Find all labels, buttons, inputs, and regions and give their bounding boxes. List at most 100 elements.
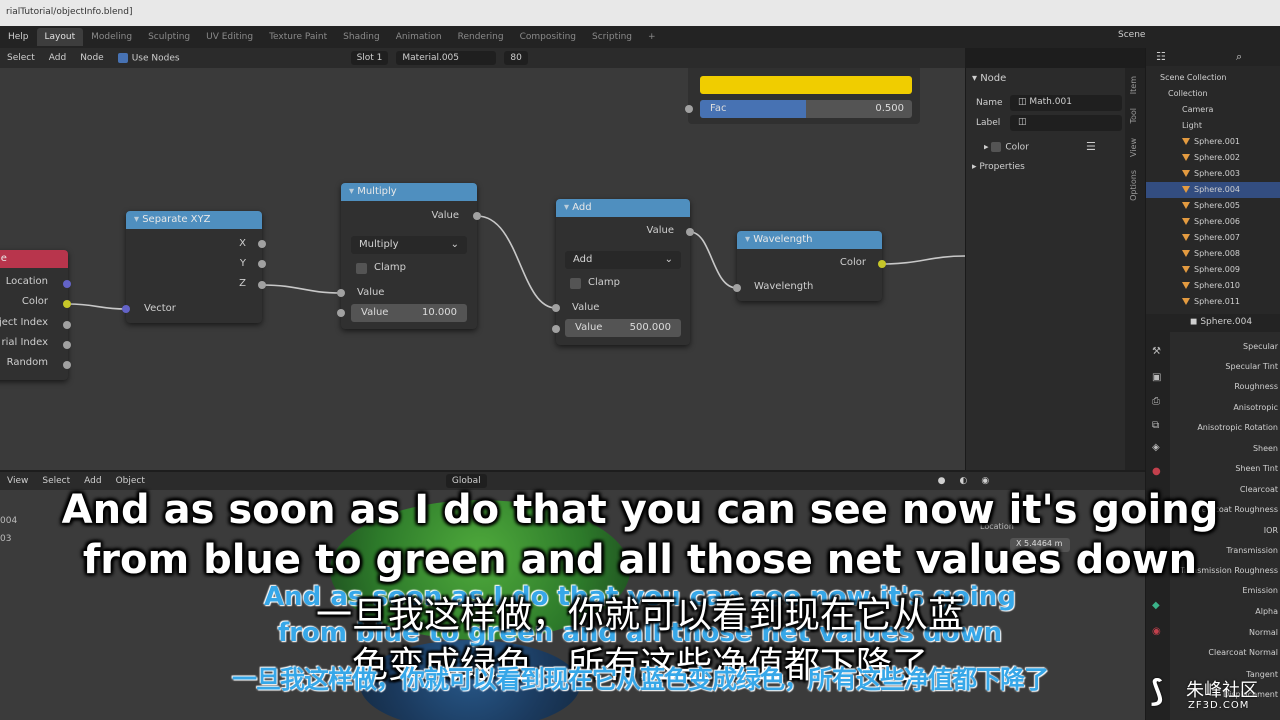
node-name-input[interactable]: ◫ Math.001 bbox=[1010, 95, 1122, 111]
outliner-row-sphere-001[interactable]: Sphere.001 bbox=[1146, 134, 1280, 150]
socket-multiply-out[interactable] bbox=[473, 212, 481, 220]
socket-color[interactable] bbox=[63, 300, 71, 308]
outliner-row-sphere-011[interactable]: Sphere.011 bbox=[1146, 294, 1280, 310]
outliner-row-sphere-002[interactable]: Sphere.002 bbox=[1146, 150, 1280, 166]
socket-add-in2[interactable] bbox=[552, 325, 560, 333]
outliner-row-sphere-006[interactable]: Sphere.006 bbox=[1146, 214, 1280, 230]
world-icon[interactable]: ● bbox=[1152, 466, 1161, 477]
shading-material-icon[interactable]: ◐ bbox=[952, 476, 974, 486]
node-multiply[interactable]: ▾ Multiply Value Multiply ⌄ Clamp Value V… bbox=[337, 183, 481, 329]
outliner-row-sphere-009[interactable]: Sphere.009 bbox=[1146, 262, 1280, 278]
add-title-text: Add bbox=[572, 202, 592, 213]
multiply-clamp-checkbox[interactable] bbox=[356, 263, 367, 274]
node-mix-color[interactable]: Fac 0.500 bbox=[685, 68, 920, 124]
sidebar-tab-view[interactable]: View bbox=[1129, 138, 1138, 157]
tab-rendering[interactable]: Rendering bbox=[450, 28, 512, 46]
socket-multiply-in2[interactable] bbox=[337, 309, 345, 317]
tab-modeling[interactable]: Modeling bbox=[83, 28, 140, 46]
use-nodes-toggle[interactable]: Use Nodes bbox=[111, 52, 187, 64]
view-layer-icon[interactable]: ⧉ bbox=[1152, 420, 1159, 431]
sidebar-section-node[interactable]: ▾ Node bbox=[972, 73, 1006, 84]
outliner-row-sphere-004[interactable]: Sphere.004 bbox=[1146, 182, 1280, 198]
outliner-row-sphere-003[interactable]: Sphere.003 bbox=[1146, 166, 1280, 182]
slot-dropdown[interactable]: Slot 1 bbox=[350, 51, 389, 65]
socket-x[interactable] bbox=[258, 240, 266, 248]
sidebar-properties-panel[interactable]: ▸ Properties bbox=[972, 162, 1025, 172]
menu-viewport-select[interactable]: Select bbox=[35, 476, 77, 486]
tab-scripting[interactable]: Scripting bbox=[584, 28, 640, 46]
add-operation-dropdown[interactable]: Add ⌄ bbox=[565, 251, 681, 269]
menu-select[interactable]: Select bbox=[0, 53, 42, 63]
tab-add-workspace[interactable]: + bbox=[640, 28, 664, 46]
socket-add-out[interactable] bbox=[686, 228, 694, 236]
outliner-row-sphere-010[interactable]: Sphere.010 bbox=[1146, 278, 1280, 294]
outliner-panel: ☷ ⌕ Scene Collection Collection Camera L… bbox=[1145, 48, 1280, 314]
add-clamp-checkbox[interactable] bbox=[570, 278, 581, 289]
node-label-input[interactable]: ◫ bbox=[1010, 115, 1122, 131]
tab-texture-paint[interactable]: Texture Paint bbox=[261, 28, 335, 46]
tab-sculpting[interactable]: Sculpting bbox=[140, 28, 198, 46]
list-icon[interactable]: ☰ bbox=[1086, 140, 1096, 153]
output-icon[interactable]: ⎙ bbox=[1152, 396, 1160, 407]
socket-random[interactable] bbox=[63, 361, 71, 369]
search-icon[interactable]: ⌕ bbox=[1236, 50, 1242, 64]
socket-y[interactable] bbox=[258, 260, 266, 268]
outliner-row-camera[interactable]: Camera bbox=[1146, 102, 1280, 118]
socket-z[interactable] bbox=[258, 281, 266, 289]
multiply-operation-dropdown[interactable]: Multiply ⌄ bbox=[351, 236, 467, 254]
socket-location[interactable] bbox=[63, 280, 71, 288]
sidebar-color-panel[interactable]: ▸ Color bbox=[984, 142, 1029, 153]
transform-orientation-dropdown[interactable]: Global bbox=[445, 474, 487, 488]
node-editor-canvas[interactable]: le Location Color ject Index rial Index … bbox=[0, 68, 965, 470]
color-swatch-yellow[interactable] bbox=[700, 76, 912, 94]
tab-layout[interactable]: Layout bbox=[36, 28, 84, 46]
material-field[interactable]: Material.005 bbox=[396, 51, 497, 65]
tool-icon[interactable]: ⚒ bbox=[1152, 346, 1161, 357]
socket-fac[interactable] bbox=[685, 105, 693, 113]
scene-selector[interactable]: Scene bbox=[1118, 30, 1145, 40]
node-wavelength[interactable]: ▾ Wavelength Color Wavelength bbox=[733, 231, 886, 301]
sidebar-tab-item[interactable]: Item bbox=[1129, 76, 1138, 94]
menu-viewport-add[interactable]: Add bbox=[77, 476, 108, 486]
tab-animation[interactable]: Animation bbox=[388, 28, 450, 46]
outliner-row-sphere-008[interactable]: Sphere.008 bbox=[1146, 246, 1280, 262]
socket-object-index[interactable] bbox=[63, 321, 71, 329]
tab-compositing[interactable]: Compositing bbox=[512, 28, 584, 46]
menu-object[interactable]: Object bbox=[109, 476, 152, 486]
socket-multiply-in[interactable] bbox=[337, 289, 345, 297]
material-users[interactable]: 80 bbox=[504, 51, 528, 65]
use-nodes-label: Use Nodes bbox=[131, 53, 180, 64]
tab-uv-editing[interactable]: UV Editing bbox=[198, 28, 261, 46]
multiply-value-field[interactable]: Value 10.000 bbox=[351, 304, 467, 322]
node-separate-xyz[interactable]: ▾ Separate XYZ X Y Z Vector bbox=[122, 211, 266, 323]
socket-wavelength-in[interactable] bbox=[733, 284, 741, 292]
render-icon[interactable]: ▣ bbox=[1152, 372, 1161, 383]
menu-node[interactable]: Node bbox=[73, 53, 111, 63]
outliner-row-scene-collection[interactable]: Scene Collection bbox=[1146, 70, 1280, 86]
socket-material-index[interactable] bbox=[63, 341, 71, 349]
add-value-field[interactable]: Value 500.000 bbox=[565, 319, 681, 337]
outliner-filter-icon[interactable]: ☷ bbox=[1156, 50, 1166, 63]
outliner-row-light[interactable]: Light bbox=[1146, 118, 1280, 134]
socket-vector[interactable] bbox=[122, 305, 130, 313]
menu-add[interactable]: Add bbox=[42, 53, 73, 63]
outliner-row-sphere-007[interactable]: Sphere.007 bbox=[1146, 230, 1280, 246]
shading-rendered-icon[interactable]: ◉ bbox=[974, 476, 996, 486]
menu-view[interactable]: View bbox=[0, 476, 35, 486]
color-checkbox[interactable] bbox=[991, 142, 1002, 152]
socket-wavelength-color[interactable] bbox=[878, 260, 886, 268]
sidebar-tab-options[interactable]: Options bbox=[1129, 170, 1138, 201]
shading-solid-icon[interactable]: ● bbox=[931, 476, 953, 486]
node-add[interactable]: ▾ Add Value Add ⌄ Clamp Value Value 500.00… bbox=[552, 199, 694, 345]
scene-icon[interactable]: ◈ bbox=[1152, 442, 1160, 453]
fac-slider[interactable]: Fac 0.500 bbox=[700, 100, 912, 118]
outliner-row-sphere-005[interactable]: Sphere.005 bbox=[1146, 198, 1280, 214]
outliner-label: Sphere.005 bbox=[1194, 201, 1240, 210]
socket-add-in[interactable] bbox=[552, 304, 560, 312]
sidebar-tab-tool[interactable]: Tool bbox=[1129, 108, 1138, 124]
menu-help[interactable]: Help bbox=[0, 32, 37, 42]
node-object-info[interactable]: le Location Color ject Index rial Index … bbox=[0, 250, 71, 380]
tab-shading[interactable]: Shading bbox=[335, 28, 388, 46]
prop-specular: Specular bbox=[1243, 342, 1278, 351]
outliner-row-collection[interactable]: Collection bbox=[1146, 86, 1280, 102]
